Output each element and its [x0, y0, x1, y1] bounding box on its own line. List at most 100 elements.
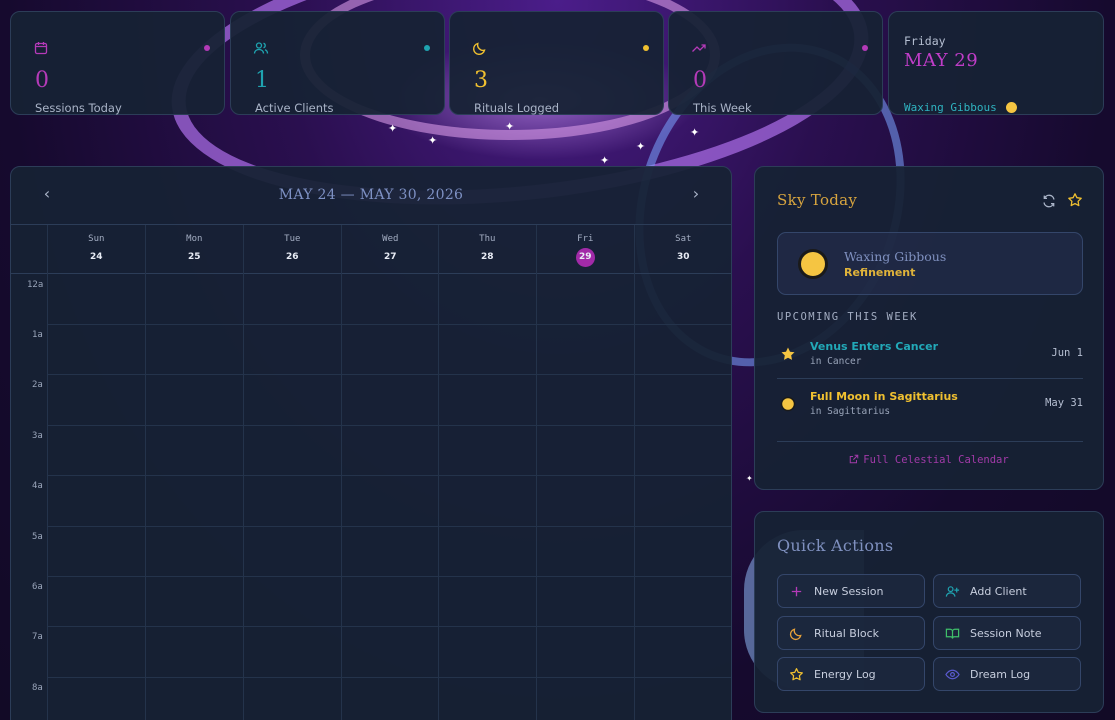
- background-star: ✦: [636, 140, 646, 153]
- upcoming-event[interactable]: Full Moon in Sagittarius in Sagittarius …: [777, 381, 1083, 431]
- today-date-card: Friday MAY 29 Waxing Gibbous: [888, 11, 1104, 115]
- button-label: Add Client: [970, 585, 1027, 598]
- button-label: New Session: [814, 585, 884, 598]
- button-label: Session Note: [970, 627, 1042, 640]
- status-dot: [862, 45, 868, 51]
- day-header-fri[interactable]: Fri 29: [536, 225, 634, 274]
- grid-hour-line: [47, 374, 731, 375]
- full-calendar-link[interactable]: Full Celestial Calendar: [755, 454, 1103, 466]
- weekday-label: Friday: [904, 34, 946, 48]
- hour-label: 12a: [27, 280, 44, 290]
- grid-column-line: [47, 274, 48, 720]
- stat-value: 0: [35, 68, 49, 93]
- grid-column-line: [145, 274, 146, 720]
- day-header-thu[interactable]: Thu 28: [438, 225, 536, 274]
- sky-today-panel: Sky Today Waxing Gibbous Refinement UPCO…: [754, 166, 1104, 490]
- day-name: Wed: [382, 234, 399, 244]
- panel-title: Sky Today: [777, 191, 858, 209]
- day-name: Tue: [284, 234, 301, 244]
- event-sign: in Cancer: [810, 356, 862, 367]
- new-session-button[interactable]: New Session: [777, 574, 925, 608]
- date-label: MAY 29: [904, 50, 979, 71]
- star-icon: [790, 668, 803, 681]
- event-date: Jun 1: [1051, 347, 1083, 359]
- day-number: 27: [384, 252, 397, 262]
- day-header-mon[interactable]: Mon 25: [145, 225, 243, 274]
- day-header-wed[interactable]: Wed 27: [341, 225, 439, 274]
- background-star: ✦: [746, 474, 753, 483]
- hour-label: 8a: [32, 683, 43, 693]
- grid-hour-line: [47, 626, 731, 627]
- next-week-button[interactable]: ›: [685, 183, 707, 205]
- background-star: ✦: [690, 126, 700, 139]
- moon-icon: [472, 42, 486, 56]
- moon-icon: [789, 628, 802, 641]
- upcoming-event[interactable]: Venus Enters Cancer in Cancer Jun 1: [777, 331, 1083, 381]
- event-sign: in Sagittarius: [810, 406, 891, 417]
- event-name: Full Moon in Sagittarius: [810, 390, 958, 403]
- grid-column-line: [536, 274, 537, 720]
- day-header-tue[interactable]: Tue 26: [243, 225, 341, 274]
- button-label: Dream Log: [970, 668, 1031, 681]
- energy-log-button[interactable]: Energy Log: [777, 657, 925, 691]
- day-number: 30: [677, 252, 690, 262]
- hour-label: 6a: [32, 582, 43, 592]
- stat-card-sessions-today: 0 Sessions Today: [10, 11, 225, 115]
- moon-phase-label: Waxing Gibbous: [904, 101, 997, 114]
- day-number: 26: [286, 252, 299, 262]
- status-dot: [643, 45, 649, 51]
- hour-label: 2a: [32, 380, 43, 390]
- divider: [777, 378, 1083, 379]
- day-name: Sun: [88, 234, 105, 244]
- add-client-button[interactable]: Add Client: [933, 574, 1081, 608]
- hour-label: 7a: [32, 632, 43, 642]
- refresh-icon[interactable]: [1041, 193, 1057, 209]
- calendar-header: ‹ MAY 24 — MAY 30, 2026 ›: [11, 167, 731, 225]
- full-moon-icon: [780, 396, 796, 412]
- stat-card-active-clients: 1 Active Clients: [230, 11, 445, 115]
- event-name: Venus Enters Cancer: [810, 340, 939, 353]
- grid-column-line: [438, 274, 439, 720]
- grid-hour-line: [47, 324, 731, 325]
- eye-icon: [945, 669, 960, 680]
- stat-value: 0: [693, 68, 707, 93]
- moon-phase-keyword: Refinement: [844, 266, 916, 279]
- panel-title: Quick Actions: [777, 536, 894, 555]
- grid-column-line: [341, 274, 342, 720]
- moon-phase-card: Waxing Gibbous Refinement: [777, 232, 1083, 295]
- status-dot: [424, 45, 430, 51]
- stat-card-rituals-logged: 3 Rituals Logged: [449, 11, 664, 115]
- calendar-day-headers: Sun 24 Mon 25 Tue 26 Wed 27 Thu 28 Fri 29 Sat 3…: [11, 225, 731, 274]
- dream-log-button[interactable]: Dream Log: [933, 657, 1081, 691]
- trending-up-icon: [692, 44, 706, 52]
- grid-hour-line: [47, 475, 731, 476]
- stat-value: 3: [474, 68, 488, 93]
- day-header-sun[interactable]: Sun 24: [47, 225, 145, 274]
- day-name: Fri: [577, 234, 594, 244]
- background-star: ✦: [505, 120, 515, 133]
- grid-column-line: [243, 274, 244, 720]
- grid-hour-line: [47, 576, 731, 577]
- day-number: 24: [90, 252, 103, 262]
- day-name: Mon: [186, 234, 203, 244]
- stat-label: Rituals Logged: [474, 101, 560, 115]
- session-note-button[interactable]: Session Note: [933, 616, 1081, 650]
- day-name: Thu: [479, 234, 496, 244]
- moon-phase-name: Waxing Gibbous: [844, 249, 947, 264]
- hour-label: 3a: [32, 431, 43, 441]
- grid-column-line: [634, 274, 635, 720]
- user-plus-icon: [945, 586, 960, 597]
- plus-icon: [791, 586, 802, 597]
- star-icon[interactable]: [1067, 192, 1083, 208]
- book-open-icon: [945, 628, 960, 639]
- button-label: Energy Log: [814, 668, 876, 681]
- users-icon: [253, 42, 269, 54]
- button-label: Ritual Block: [814, 627, 880, 640]
- ritual-block-button[interactable]: Ritual Block: [777, 616, 925, 650]
- status-dot: [204, 45, 210, 51]
- day-header-sat[interactable]: Sat 30: [634, 225, 731, 274]
- hour-label: 5a: [32, 532, 43, 542]
- stat-label: Active Clients: [255, 101, 334, 115]
- grid-hour-line: [47, 526, 731, 527]
- calendar-time-grid[interactable]: 12a 1a 2a 3a 4a 5a 6a 7a 8a: [11, 274, 731, 720]
